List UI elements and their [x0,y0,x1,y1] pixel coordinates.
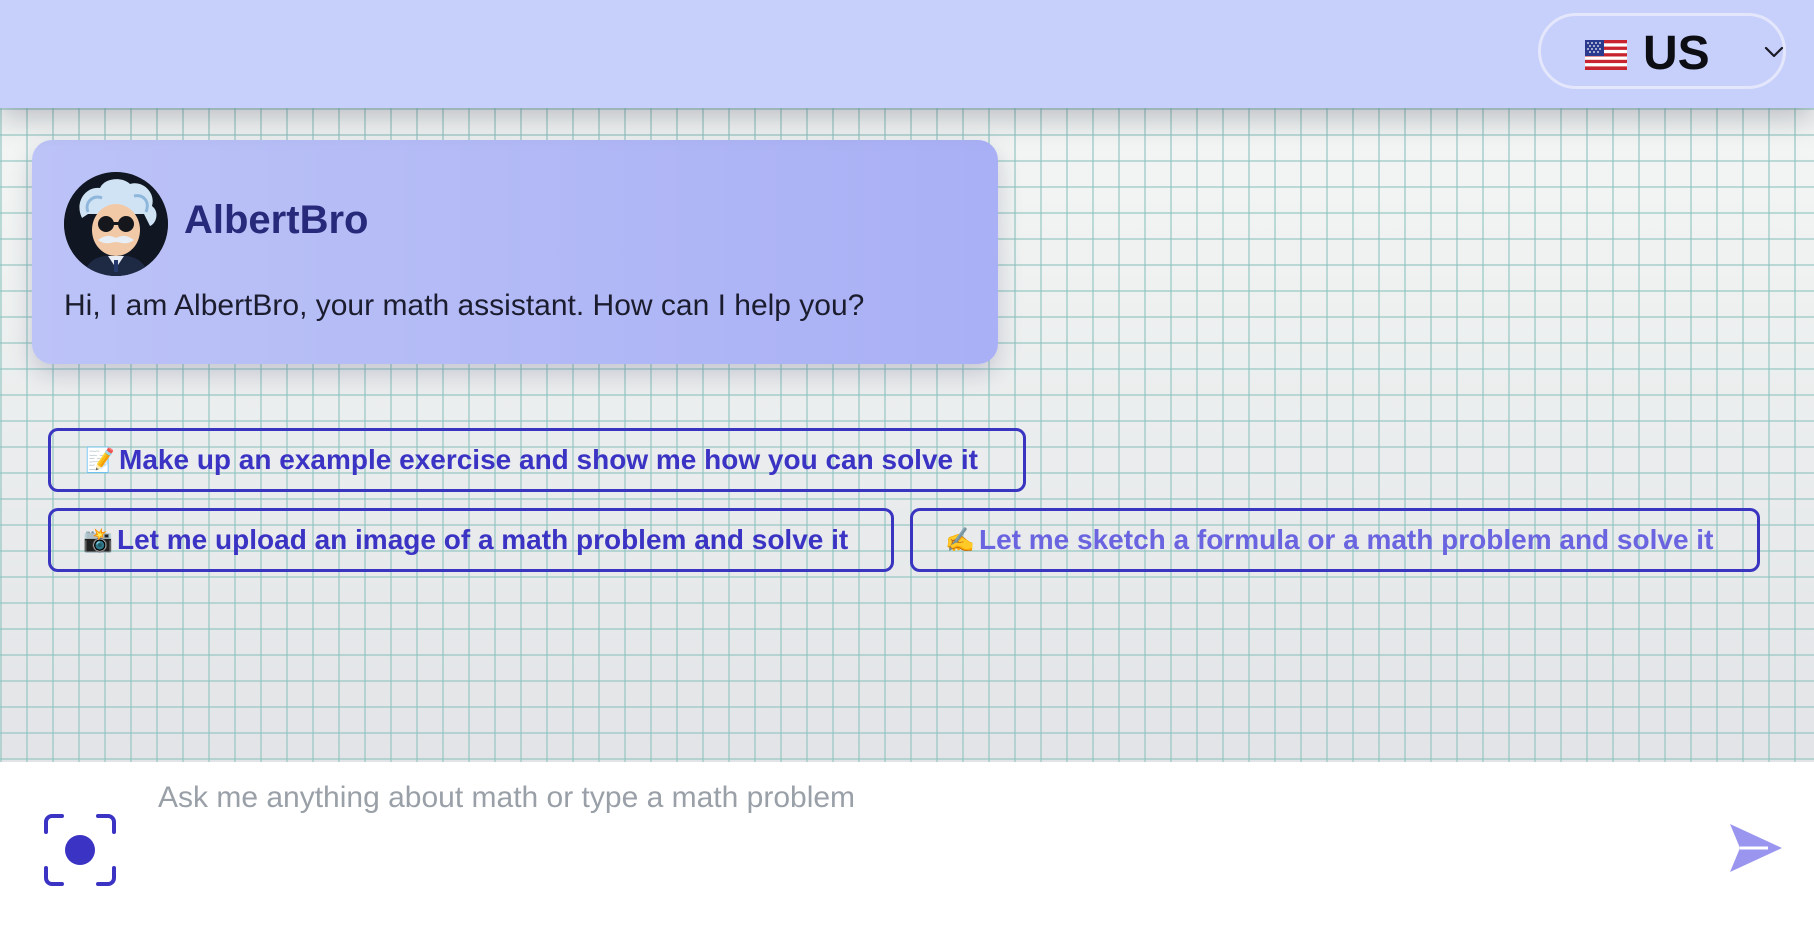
suggestion-upload-image-button[interactable]: 📸 Let me upload an image of a math probl… [48,508,894,572]
chat-message-input[interactable] [158,778,1658,858]
language-label: US [1643,27,1710,80]
suggestion-example-exercise-button[interactable]: 📝 Make up an example exercise and show m… [48,428,1026,492]
writing-hand-icon: ✍️ [945,526,975,554]
suggestion-sketch-formula-button[interactable]: ✍️ Let me sketch a formula or a math pro… [910,508,1760,572]
bot-name: AlbertBro [184,198,369,242]
bot-greeting-message: Hi, I am AlbertBro, your math assistant.… [64,289,865,322]
suggestion-label: Let me upload an image of a math problem… [117,524,849,555]
camera-scan-icon[interactable] [42,812,118,888]
memo-icon: 📝 [85,446,115,474]
top-header: US [0,0,1814,108]
app-window: US AlbertBro Hi, I am AlbertBro, your ma… [0,0,1814,938]
language-select[interactable]: US [1538,13,1786,89]
camera-flash-icon: 📸 [83,526,113,554]
chevron-down-icon [1764,46,1784,58]
suggestion-label: Let me sketch a formula or a math proble… [979,524,1714,555]
einstein-avatar-icon [64,172,168,276]
bot-message-card: AlbertBro Hi, I am AlbertBro, your math … [32,140,998,364]
chat-input-bar [0,762,1814,938]
us-flag-icon [1585,40,1627,70]
suggestion-label: Make up an example exercise and show me … [119,444,978,475]
send-icon[interactable] [1728,820,1784,876]
